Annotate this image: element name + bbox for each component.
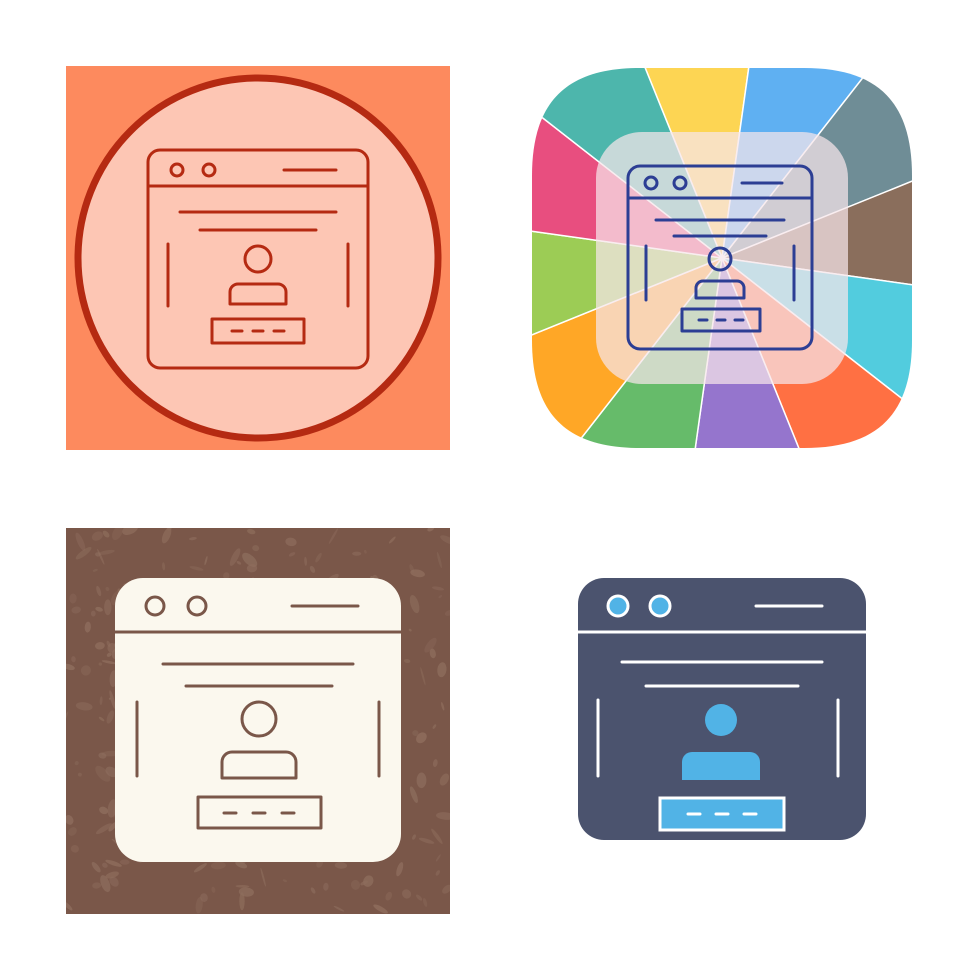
- window-dot-icon: [606, 594, 630, 618]
- circle-frame: [74, 74, 442, 442]
- grunge-speckle: [352, 551, 362, 556]
- variant-lineal-circle: [66, 66, 450, 450]
- variant-lineal-multicolor: [530, 66, 914, 450]
- grunge-speckle: [104, 599, 112, 616]
- browser-window: [115, 578, 401, 862]
- browser-user-login-icon: [66, 66, 450, 450]
- user-head-icon: [705, 704, 737, 736]
- browser-user-login-icon: [532, 68, 912, 448]
- browser-user-login-icon: [66, 528, 450, 914]
- browser-user-login-icon: [578, 578, 866, 840]
- user-body-icon: [682, 752, 760, 780]
- window-dot-icon: [648, 594, 672, 618]
- variant-glyph-grunge: [66, 528, 450, 914]
- variant-glyph-flat: [576, 578, 868, 840]
- icon-sheet: { "sheet": { "subject": "browser-login-i…: [0, 0, 980, 980]
